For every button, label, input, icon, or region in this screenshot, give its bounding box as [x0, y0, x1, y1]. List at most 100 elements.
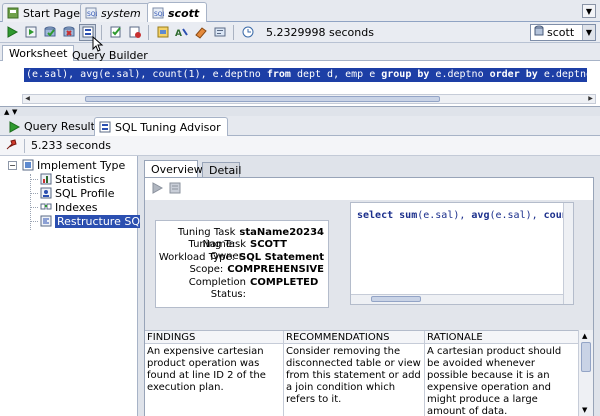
tab-worksheet[interactable]: Worksheet [2, 45, 75, 61]
explain-plan-icon [129, 26, 141, 38]
mouse-cursor-icon [92, 36, 104, 52]
tab-scott[interactable]: SQL scott [147, 2, 207, 23]
document-tab-bar: Start Page SQL system SQL scott ▼ [0, 0, 600, 23]
result-tabs: Query Result SQL Tuning Advisor [0, 116, 600, 136]
run-script-icon [25, 26, 36, 38]
tree-node-implement-type[interactable]: Implement Type [22, 158, 125, 172]
sql-preview[interactable]: select sum(e.sal), avg(e.sal), coun [350, 202, 574, 305]
connection-select[interactable]: scott ▼ [530, 24, 596, 41]
scroll-right-icon[interactable]: ▶ [586, 95, 595, 103]
scroll-down-icon[interactable]: ▼ [582, 406, 587, 414]
finding-cell: An expensive cartesian product operation… [147, 346, 266, 393]
task-info-row: Tuning Task Owner: SCOTT [156, 239, 324, 262]
run-script-button[interactable] [22, 24, 39, 41]
column-header-recommendations[interactable]: RECOMMENDATIONS [284, 331, 424, 344]
tree-node-sql-profile[interactable]: SQL Profile [40, 186, 114, 200]
collapse-up-icon[interactable]: ▲ [4, 108, 9, 116]
sql-keyword: avg [471, 210, 490, 221]
implement-type-tree[interactable]: − Implement Type Statistics SQL Profile … [0, 156, 149, 416]
tree-guide-line [30, 193, 38, 194]
tree-node-indexes[interactable]: Indexes [40, 200, 97, 214]
connection-name: scott [547, 26, 575, 39]
sql-keyword: select [357, 210, 394, 221]
tab-query-result[interactable]: Query Result [4, 117, 101, 136]
tree-node-restructure-sql[interactable]: Restructure SQL [40, 214, 149, 228]
clear-button[interactable] [192, 24, 209, 41]
tab-detail-label: Detail [209, 164, 242, 177]
sql-fragment: e.deptno [429, 69, 490, 80]
findings-column: FINDINGS An expensive cartesian product … [145, 331, 284, 416]
scroll-up-icon[interactable]: ▲ [582, 332, 587, 340]
sql-preview-vertical-scrollbar[interactable] [563, 203, 573, 304]
autotrace-button[interactable] [107, 24, 124, 41]
rollback-icon [63, 26, 74, 37]
run-icon [7, 26, 18, 38]
sql-keyword: sum [399, 210, 418, 221]
tree-node-label: Restructure SQL [55, 214, 149, 228]
elapsed-time: 5.2329998 seconds [266, 25, 374, 39]
statistics-icon [40, 173, 52, 185]
tab-sql-tuning-advisor[interactable]: SQL Tuning Advisor [94, 117, 228, 136]
scroll-thumb[interactable] [581, 342, 591, 372]
toolbar-separator [148, 24, 149, 40]
task-info-box: Tuning Task Name: staName20234 Tuning Tas… [155, 220, 329, 308]
task-name-value: staName20234 [239, 227, 324, 238]
restructure-sql-icon [40, 215, 52, 227]
tree-node-label: Implement Type [37, 158, 126, 172]
index-icon [40, 203, 52, 210]
run-icon [9, 120, 20, 133]
pin-icon[interactable] [6, 138, 18, 153]
panel-splitter[interactable]: ▲ ▼ [0, 107, 600, 116]
commit-button[interactable] [41, 24, 58, 41]
scroll-left-icon[interactable]: ◀ [23, 95, 32, 103]
svg-text:A: A [175, 29, 182, 39]
completion-status-label: Completion Status: [188, 276, 246, 300]
column-header-rationale[interactable]: RATIONALE [425, 331, 578, 344]
sql-fragment: dept d, emp e [290, 69, 382, 80]
tab-detail[interactable]: Detail [202, 162, 242, 178]
collapse-down-icon[interactable]: ▼ [12, 108, 17, 116]
selected-sql-line[interactable]: (e.sal), avg(e.sal), count(1), e.deptno … [24, 68, 587, 82]
findings-vertical-scrollbar[interactable]: ▲ ▼ [578, 330, 593, 416]
worksheet-toolbar: A 5.2329998 seconds scott ▼ [0, 22, 600, 43]
editor-horizontal-scrollbar[interactable]: ◀ ▶ [22, 94, 596, 104]
scroll-thumb[interactable] [85, 96, 440, 102]
sql-fragment: e.deptno; [543, 69, 587, 80]
sql-preview-horizontal-scrollbar[interactable] [351, 294, 563, 304]
svg-text:SQL: SQL [154, 11, 164, 18]
tab-scott-label: scott [168, 6, 200, 20]
sql-fragment: (e.sal), [417, 210, 472, 221]
tab-list-dropdown[interactable]: ▼ [582, 4, 596, 18]
sql-editor[interactable]: (e.sal), avg(e.sal), count(1), e.deptno … [0, 61, 600, 107]
tab-start-page[interactable]: Start Page [2, 3, 89, 22]
result-time: 5.233 seconds [31, 139, 111, 152]
result-toolbar: 5.233 seconds [0, 136, 600, 156]
summary-area: Tuning Task Name: staName20234 Tuning Tas… [145, 200, 593, 330]
tree-collapse-toggle[interactable]: − [8, 161, 17, 170]
tree-node-label: SQL Profile [55, 186, 115, 200]
run-statement-button[interactable] [3, 24, 20, 41]
tuning-details-panel: Overview Detail Tuning Task Name: staName… [140, 156, 600, 416]
column-header-findings[interactable]: FINDINGS [145, 331, 283, 344]
tab-overview-label: Overview [151, 163, 203, 176]
overview-content: Tuning Task Name: staName20234 Tuning Tas… [144, 177, 594, 416]
tab-system[interactable]: SQL system [80, 3, 150, 22]
task-info-row: Scope: COMPREHENSIVE [156, 264, 324, 276]
tree-node-label: Statistics [55, 172, 106, 186]
tab-overview[interactable]: Overview [144, 160, 203, 178]
svg-text:SQL: SQL [87, 11, 97, 18]
apply-icon[interactable] [151, 181, 164, 197]
sql-history-button[interactable] [154, 24, 171, 41]
format-icon [214, 27, 225, 37]
tree-node-statistics[interactable]: Statistics [40, 172, 105, 186]
scope-label: Scope: [189, 264, 224, 276]
format-button[interactable] [211, 24, 228, 41]
overview-toolbar [145, 178, 593, 200]
rollback-button[interactable] [60, 24, 77, 41]
view-sql-icon[interactable] [169, 182, 181, 197]
scroll-thumb[interactable] [371, 296, 421, 302]
unshared-worksheet-button[interactable]: A [173, 24, 190, 41]
toolbar-separator [233, 24, 234, 40]
explain-plan-button[interactable] [126, 24, 143, 41]
refresh-button[interactable] [239, 24, 256, 41]
